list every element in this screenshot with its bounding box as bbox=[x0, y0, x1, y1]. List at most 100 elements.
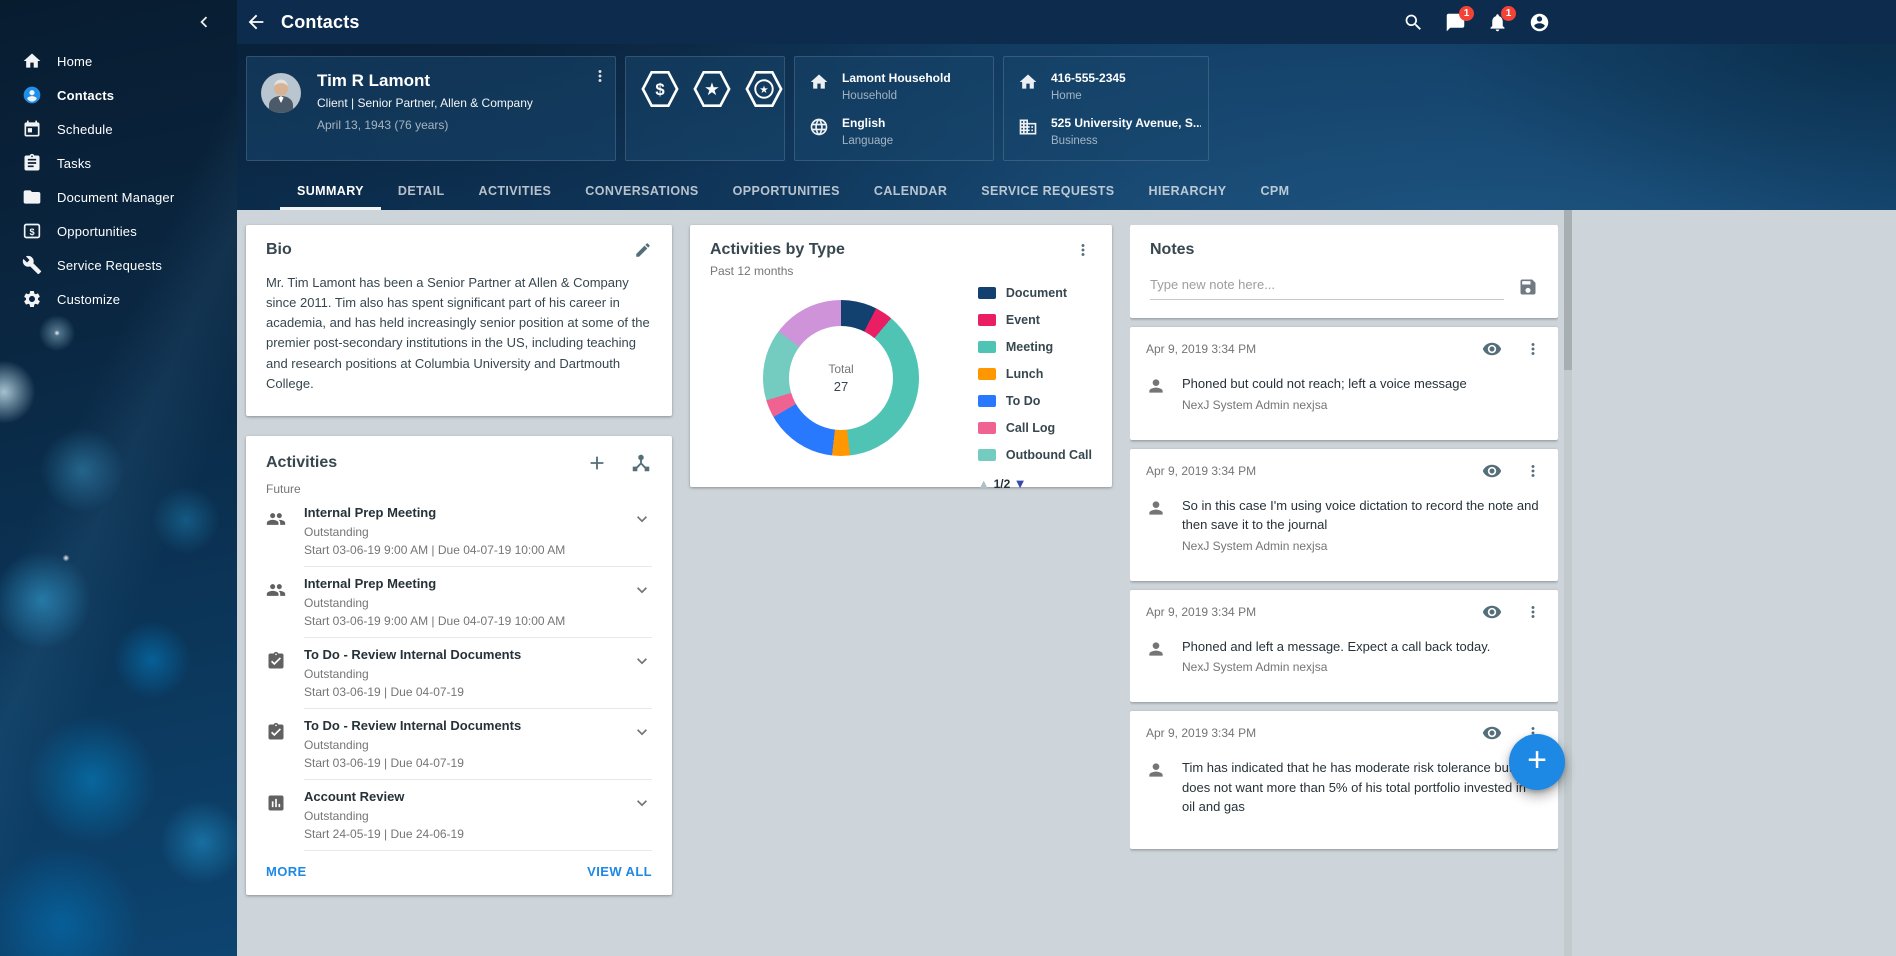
kebab-icon bbox=[591, 67, 609, 85]
note-view-button[interactable] bbox=[1482, 723, 1502, 743]
legend-swatch bbox=[978, 341, 996, 353]
profile-menu-button[interactable] bbox=[591, 67, 609, 85]
chart-menu-button[interactable] bbox=[1074, 241, 1092, 259]
sidebar-item-document-manager[interactable]: Document Manager bbox=[0, 180, 237, 214]
group-icon bbox=[266, 580, 286, 600]
notes-card: Notes bbox=[1130, 225, 1558, 318]
chevron-down-icon[interactable] bbox=[632, 651, 652, 671]
activity-row[interactable]: Internal Prep Meeting Outstanding Start … bbox=[266, 496, 652, 567]
note-view-button[interactable] bbox=[1482, 339, 1502, 359]
legend-prev-button[interactable]: ▲ bbox=[980, 479, 988, 490]
bar-chart-icon bbox=[266, 793, 286, 813]
language-row[interactable]: English Language bbox=[809, 116, 981, 147]
back-button[interactable] bbox=[245, 11, 267, 33]
new-note-input[interactable] bbox=[1150, 273, 1504, 300]
scrollbar[interactable] bbox=[1564, 210, 1572, 956]
activities-donut-chart: Total 27 bbox=[763, 300, 919, 456]
activity-status: Outstanding bbox=[304, 667, 632, 681]
legend-next-button[interactable]: ▼ bbox=[1016, 479, 1024, 490]
sidebar-item-label: Schedule bbox=[57, 122, 113, 137]
legend-item: Event bbox=[978, 313, 1092, 327]
svg-text:★: ★ bbox=[759, 84, 768, 96]
sidebar-item-customize[interactable]: Customize bbox=[0, 282, 237, 316]
activities-section-label: Future bbox=[266, 482, 652, 496]
sidebar-item-contacts[interactable]: Contacts bbox=[0, 78, 237, 112]
household-card: Lamont Household Household English Langu… bbox=[794, 56, 994, 161]
tab-cpm[interactable]: CPM bbox=[1243, 174, 1306, 210]
tab-opportunities[interactable]: OPPORTUNITIES bbox=[716, 174, 857, 210]
kebab-icon bbox=[1524, 340, 1542, 358]
note-author: NexJ System Admin nexjsa bbox=[1182, 539, 1542, 553]
bio-edit-button[interactable] bbox=[634, 241, 652, 259]
folder-icon bbox=[22, 187, 42, 207]
view-all-button[interactable]: VIEW ALL bbox=[587, 864, 652, 879]
activity-row[interactable]: Internal Prep Meeting Outstanding Start … bbox=[266, 567, 652, 638]
phone-row[interactable]: 416-555-2345 Home bbox=[1018, 71, 1196, 102]
star-seal-badge-icon: ★ bbox=[744, 70, 784, 108]
tab-summary[interactable]: SUMMARY bbox=[280, 174, 381, 210]
sidebar-collapse-button[interactable] bbox=[193, 11, 215, 33]
save-note-button[interactable] bbox=[1518, 277, 1538, 297]
sidebar-item-schedule[interactable]: Schedule bbox=[0, 112, 237, 146]
contact-name: Tim R Lamont bbox=[317, 71, 533, 91]
scrollbar-thumb[interactable] bbox=[1564, 210, 1572, 370]
tab-hierarchy[interactable]: HIERARCHY bbox=[1132, 174, 1244, 210]
note-author: NexJ System Admin nexjsa bbox=[1182, 398, 1467, 412]
tab-activities[interactable]: ACTIVITIES bbox=[462, 174, 569, 210]
note-item: Apr 9, 2019 3:34 PM Phoned and left a me… bbox=[1130, 590, 1558, 703]
wrench-icon bbox=[22, 255, 42, 275]
chevron-down-icon[interactable] bbox=[632, 509, 652, 529]
tab-calendar[interactable]: CALENDAR bbox=[857, 174, 964, 210]
activity-hierarchy-button[interactable] bbox=[630, 452, 652, 474]
activity-title: To Do - Review Internal Documents bbox=[304, 647, 632, 662]
note-author: NexJ System Admin nexjsa bbox=[1182, 660, 1490, 674]
household-row[interactable]: Lamont Household Household bbox=[809, 71, 981, 102]
badges-card: $ ★ ★ bbox=[625, 56, 785, 161]
chevron-down-icon[interactable] bbox=[632, 793, 652, 813]
note-menu-button[interactable] bbox=[1524, 340, 1542, 358]
activity-row[interactable]: Account Review Outstanding Start 24-05-1… bbox=[266, 780, 652, 851]
chevron-down-icon[interactable] bbox=[632, 722, 652, 742]
legend-pager: ▲ 1/2 ▼ bbox=[978, 477, 1092, 491]
legend-swatch bbox=[978, 395, 996, 407]
app: Home Contacts Schedule Tasks Document Ma… bbox=[0, 0, 1896, 956]
tab-conversations[interactable]: CONVERSATIONS bbox=[568, 174, 715, 210]
sidebar-item-tasks[interactable]: Tasks bbox=[0, 146, 237, 180]
chat-button[interactable]: 1 bbox=[1445, 12, 1466, 33]
svg-text:$: $ bbox=[655, 80, 665, 99]
legend-swatch bbox=[978, 449, 996, 461]
tab-detail[interactable]: DETAIL bbox=[381, 174, 462, 210]
contact-tabs: SUMMARY DETAIL ACTIVITIES CONVERSATIONS … bbox=[237, 174, 1306, 210]
add-fab-button[interactable]: + bbox=[1509, 734, 1565, 790]
note-menu-button[interactable] bbox=[1524, 603, 1542, 621]
notifications-button[interactable]: 1 bbox=[1487, 12, 1508, 33]
note-text: Phoned but could not reach; left a voice… bbox=[1182, 374, 1467, 394]
chart-legend: Document Event Meeting bbox=[978, 284, 1092, 491]
note-view-button[interactable] bbox=[1482, 602, 1502, 622]
contact-role: Client | Senior Partner, Allen & Company bbox=[317, 96, 533, 110]
activity-row[interactable]: To Do - Review Internal Documents Outsta… bbox=[266, 709, 652, 780]
note-timestamp: Apr 9, 2019 3:34 PM bbox=[1146, 342, 1256, 356]
home-icon bbox=[22, 51, 42, 71]
activities-card: Activities Future bbox=[246, 436, 672, 895]
address-row[interactable]: 525 University Avenue, S... Business bbox=[1018, 116, 1196, 147]
back-arrow-icon bbox=[245, 11, 267, 33]
account-button[interactable] bbox=[1529, 12, 1550, 33]
tab-service-requests[interactable]: SERVICE REQUESTS bbox=[964, 174, 1131, 210]
add-activity-button[interactable] bbox=[586, 452, 608, 474]
note-menu-button[interactable] bbox=[1524, 462, 1542, 480]
main: Contacts 1 1 bbox=[237, 0, 1896, 956]
sidebar-item-opportunities[interactable]: Opportunities bbox=[0, 214, 237, 248]
chevron-down-icon[interactable] bbox=[632, 580, 652, 600]
sidebar-item-home[interactable]: Home bbox=[0, 44, 237, 78]
contacts-icon bbox=[22, 85, 42, 105]
sidebar-item-service-requests[interactable]: Service Requests bbox=[0, 248, 237, 282]
person-icon bbox=[1146, 760, 1166, 780]
note-view-button[interactable] bbox=[1482, 461, 1502, 481]
more-button[interactable]: MORE bbox=[266, 864, 307, 879]
note-item: Apr 9, 2019 3:34 PM Tim has indicated th… bbox=[1130, 711, 1558, 849]
search-button[interactable] bbox=[1403, 12, 1424, 33]
activity-row[interactable]: To Do - Review Internal Documents Outsta… bbox=[266, 638, 652, 709]
note-timestamp: Apr 9, 2019 3:34 PM bbox=[1146, 605, 1256, 619]
activity-title: Account Review bbox=[304, 789, 632, 804]
